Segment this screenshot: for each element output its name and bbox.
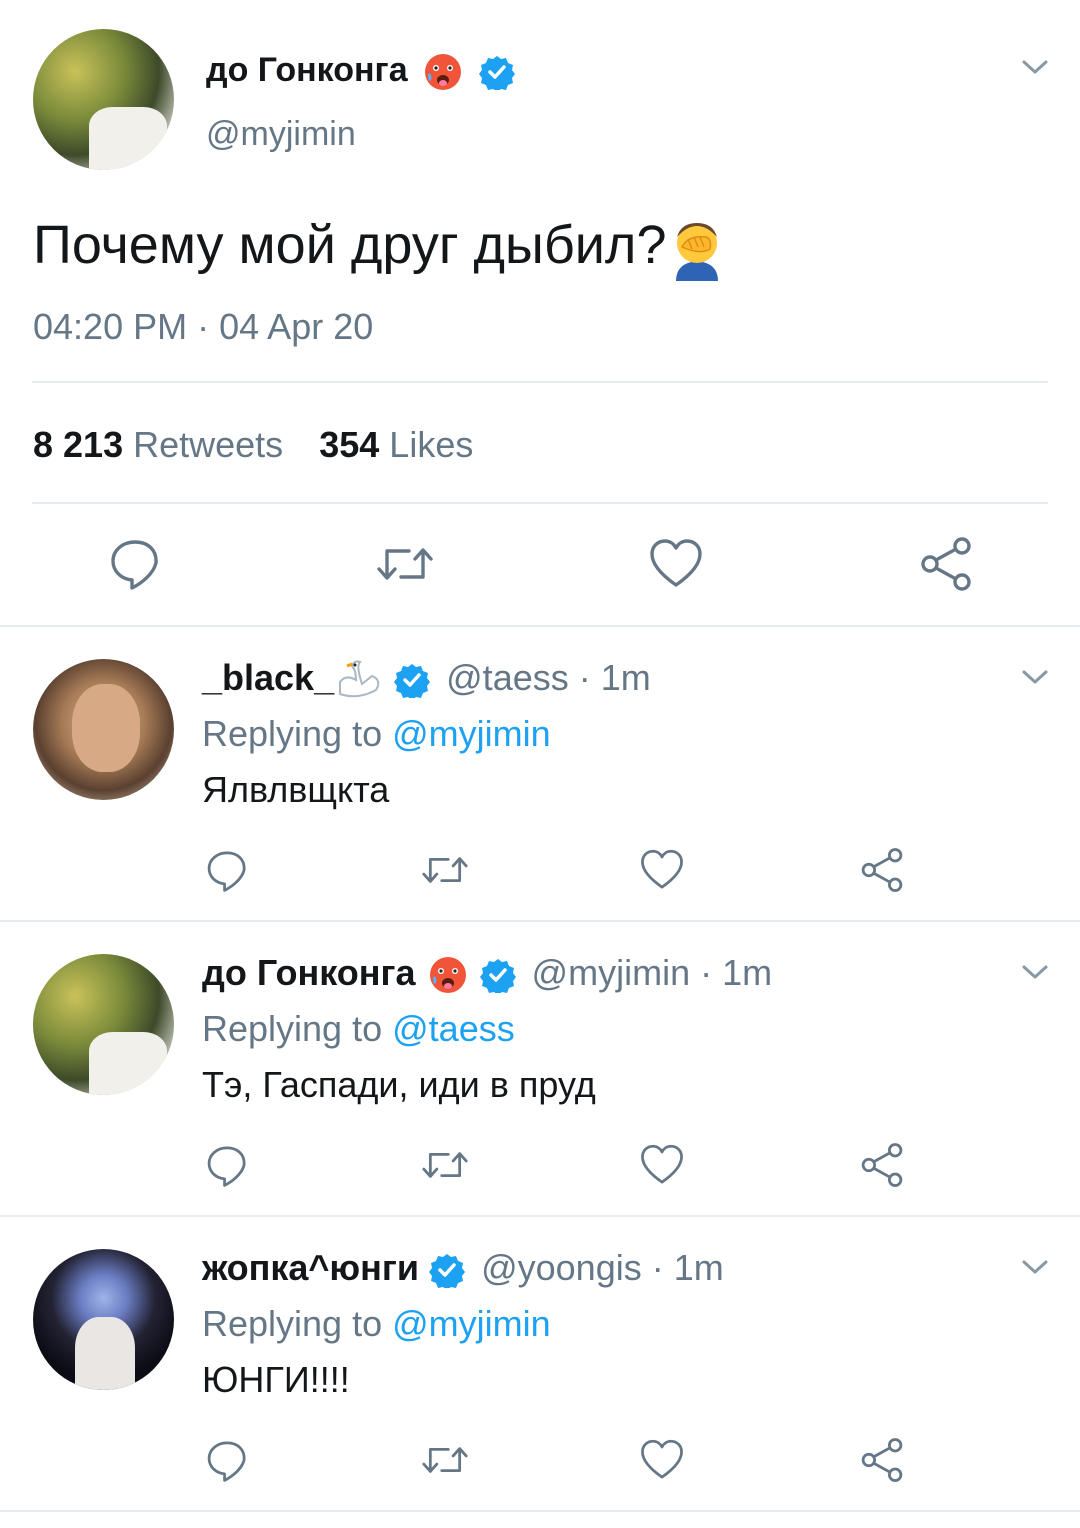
reply-time: · 1m (651, 1247, 724, 1288)
handle[interactable]: @yoongis (481, 1247, 642, 1288)
likes-label: Likes (389, 424, 474, 465)
avatar[interactable] (33, 1249, 174, 1390)
tweet-text: Почему мой друг дыбил? (33, 215, 667, 275)
replying-to-link[interactable]: @taess (392, 1008, 515, 1049)
share-icon[interactable] (918, 536, 974, 592)
display-name[interactable]: до Гонконга (206, 51, 408, 89)
hot-face-emoji (423, 52, 463, 92)
display-name[interactable]: до Гонконга (202, 952, 416, 993)
divider (0, 920, 1080, 922)
divider (0, 1510, 1080, 1512)
replying-prefix: Replying to (202, 1303, 383, 1344)
retweets-label: Retweets (133, 424, 284, 465)
reply-header: жопка^юнги @yoongis · 1m (202, 1245, 724, 1291)
divider (32, 381, 1048, 383)
like-icon[interactable] (639, 848, 685, 892)
display-name[interactable]: _black_ (202, 657, 334, 698)
reply-header: _black_ @taess · 1m (202, 655, 651, 701)
tweet-time[interactable]: 04:20 PM (33, 306, 187, 347)
handle[interactable]: @myjimin (206, 114, 356, 154)
replying-to-link[interactable]: @myjimin (392, 1303, 551, 1344)
like-icon[interactable] (639, 1438, 685, 1482)
verified-badge-icon (479, 957, 516, 994)
chevron-down-icon[interactable] (1020, 56, 1050, 78)
replying-prefix: Replying to (202, 1008, 383, 1049)
share-icon[interactable] (859, 1437, 905, 1483)
like-icon[interactable] (639, 1143, 685, 1187)
avatar[interactable] (33, 29, 174, 170)
reply-icon[interactable] (204, 1143, 250, 1187)
reply-icon[interactable] (204, 1438, 250, 1482)
reply-header: до Гонконга @myjimin · 1m (202, 950, 772, 996)
divider (32, 502, 1048, 504)
retweet-icon[interactable] (420, 848, 470, 892)
share-icon[interactable] (859, 1142, 905, 1188)
reply-text: ЮНГИ!!!! (202, 1359, 350, 1400)
avatar[interactable] (33, 954, 174, 1095)
facepalm-emoji (668, 217, 726, 281)
hot-face-emoji (428, 955, 468, 995)
timestamp-line: 04:20 PM · 04 Apr 20 (33, 306, 373, 348)
divider (0, 625, 1080, 627)
replying-prefix: Replying to (202, 713, 383, 754)
chevron-down-icon[interactable] (1020, 961, 1050, 983)
reply-time: · 1m (578, 657, 651, 698)
retweets-stat[interactable]: 8 213 Retweets (33, 424, 283, 465)
reply-text: Ялвлвщкта (202, 769, 390, 810)
retweet-icon[interactable] (420, 1143, 470, 1187)
author-line: до Гонконга (206, 48, 515, 92)
tweet-date[interactable]: 04 Apr 20 (219, 306, 373, 347)
date-separator: · (197, 306, 210, 347)
verified-badge-icon (478, 54, 515, 91)
divider (0, 1215, 1080, 1217)
chevron-down-icon[interactable] (1020, 1256, 1050, 1278)
display-name[interactable]: жопка^юнги (202, 1247, 419, 1288)
reply-icon[interactable] (108, 536, 162, 590)
replying-to-line: Replying to @myjimin (202, 712, 551, 756)
retweets-count: 8 213 (33, 424, 124, 465)
likes-count: 354 (319, 424, 380, 465)
stats-row: 8 213 Retweets 354 Likes (33, 424, 473, 466)
retweet-icon[interactable] (420, 1438, 470, 1482)
share-icon[interactable] (859, 847, 905, 893)
chevron-down-icon[interactable] (1020, 666, 1050, 688)
retweet-icon[interactable] (375, 537, 435, 591)
handle[interactable]: @taess (446, 657, 569, 698)
verified-badge-icon (394, 662, 431, 699)
replying-to-line: Replying to @taess (202, 1007, 515, 1051)
replying-to-link[interactable]: @myjimin (392, 713, 551, 754)
likes-stat[interactable]: 354 Likes (319, 424, 473, 465)
reply-time: · 1m (700, 952, 773, 993)
replying-to-line: Replying to @myjimin (202, 1302, 551, 1346)
reply-icon[interactable] (204, 848, 250, 892)
reply-text: Тэ, Гаспади, иди в пруд (202, 1064, 596, 1105)
swan-emoji (334, 660, 382, 700)
avatar[interactable] (33, 659, 174, 800)
like-icon[interactable] (648, 537, 704, 591)
handle[interactable]: @myjimin (532, 952, 691, 993)
verified-badge-icon (429, 1252, 466, 1289)
tweet-text-line: Почему мой друг дыбил? (33, 212, 726, 281)
